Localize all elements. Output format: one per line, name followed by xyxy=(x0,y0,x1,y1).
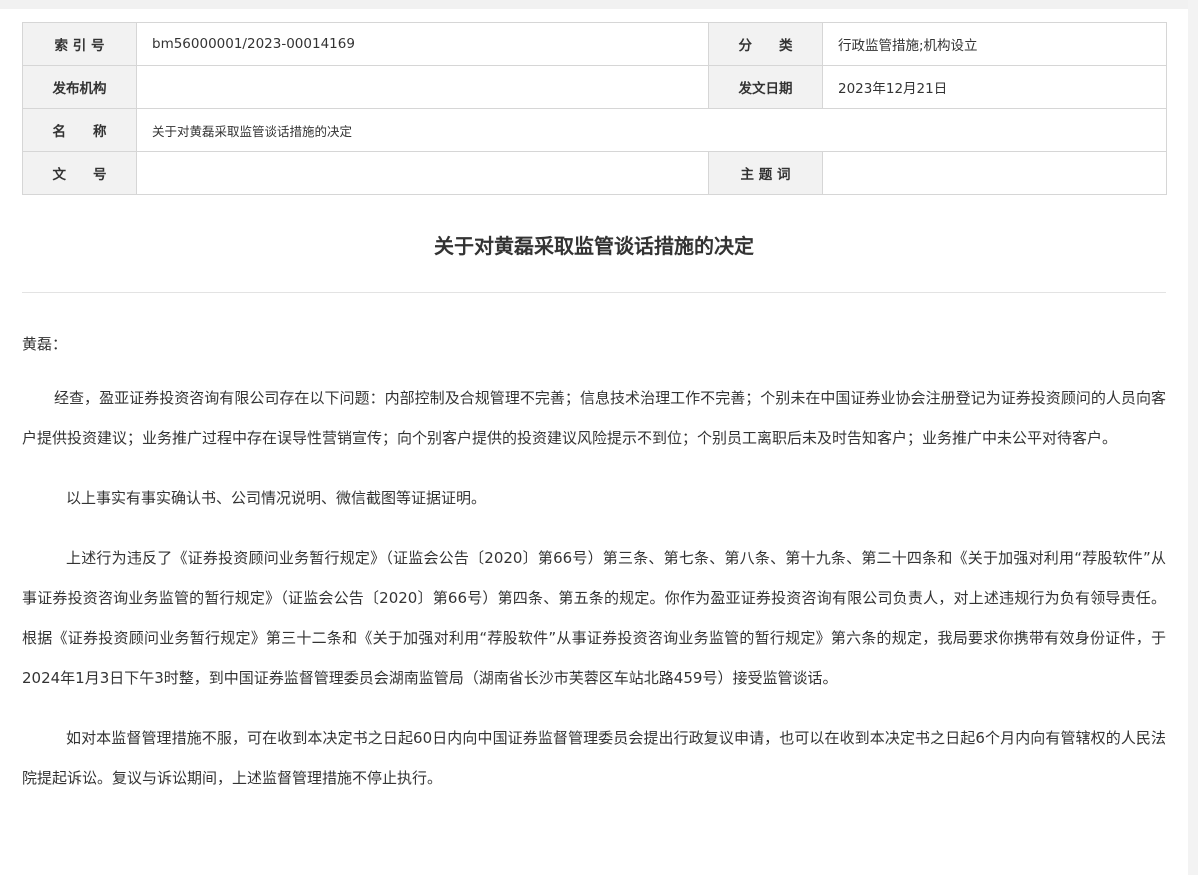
name-value: 关于对黄磊采取监管谈话措施的决定 xyxy=(136,108,1167,152)
top-band xyxy=(0,0,1198,9)
category-value: 行政监管措施;机构设立 xyxy=(822,22,1167,66)
meta-row-issuer: 发布机构 发文日期 2023年12月21日 xyxy=(22,65,1167,109)
keywords-value xyxy=(822,151,1167,195)
meta-row-index: 索 引 号 bm56000001/2023-00014169 分 类 行政监管措… xyxy=(22,22,1167,66)
meta-row-name: 名 称 关于对黄磊采取监管谈话措施的决定 xyxy=(22,108,1167,152)
issuer-label: 发布机构 xyxy=(22,65,137,109)
body-paragraph-evidence: 以上事实有事实确认书、公司情况说明、微信截图等证据证明。 xyxy=(66,489,487,507)
index-value: bm56000001/2023-00014169 xyxy=(136,22,709,66)
scrollbar-track[interactable] xyxy=(1188,0,1198,875)
date-value: 2023年12月21日 xyxy=(822,65,1167,109)
meta-row-doc-no: 文 号 主 题 词 xyxy=(22,151,1167,195)
body-paragraph-appeal: 如对本监督管理措施不服，可在收到本决定书之日起60日内向中国证券监督管理委员会提… xyxy=(22,729,1166,787)
body-paragraph-violation: 上述行为违反了《证券投资顾问业务暂行规定》（证监会公告〔2020〕第66号）第三… xyxy=(22,549,1166,687)
category-label: 分 类 xyxy=(708,22,823,66)
doc-no-value xyxy=(136,151,709,195)
salutation: 黄磊： xyxy=(22,335,68,353)
document-body: 黄磊： 经查，盈亚证券投资咨询有限公司存在以下问题：内部控制及合规管理不完善；信… xyxy=(22,330,1166,798)
title-divider xyxy=(22,292,1166,293)
name-label: 名 称 xyxy=(22,108,137,152)
keywords-label: 主 题 词 xyxy=(708,151,823,195)
document-metadata-table: 索 引 号 bm56000001/2023-00014169 分 类 行政监管措… xyxy=(22,22,1167,195)
date-label: 发文日期 xyxy=(708,65,823,109)
index-label: 索 引 号 xyxy=(22,22,137,66)
doc-no-label: 文 号 xyxy=(22,151,137,195)
body-paragraph-findings: 经查，盈亚证券投资咨询有限公司存在以下问题：内部控制及合规管理不完善；信息技术治… xyxy=(22,389,1166,447)
document-title: 关于对黄磊采取监管谈话措施的决定 xyxy=(434,234,754,258)
issuer-value xyxy=(136,65,709,109)
